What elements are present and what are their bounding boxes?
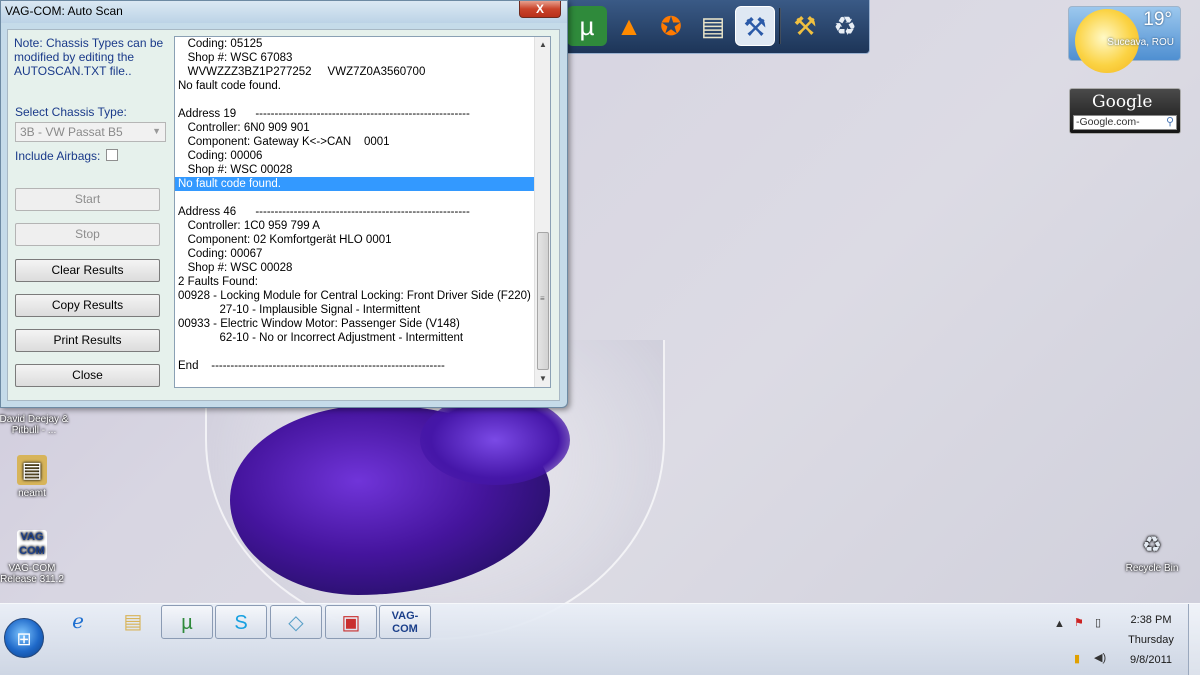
- google-search-input[interactable]: -Google.com- ⚲: [1073, 115, 1177, 130]
- taskbar: ⊞ ℯ ▤ µ S ◇ ▣ VAG-COM ▲ ⚑ ▯ ▮ ◀) 2:38 PM…: [0, 603, 1200, 675]
- start-button[interactable]: Start: [15, 188, 160, 211]
- internet-explorer-icon[interactable]: ℯ: [52, 605, 104, 639]
- result-line[interactable]: Controller: 1C0 959 799 A: [175, 219, 536, 233]
- result-line[interactable]: Shop #: WSC 00028: [175, 163, 536, 177]
- weather-temp: 19°: [1143, 9, 1172, 30]
- google-gadget: Google -Google.com- ⚲: [1069, 88, 1181, 134]
- desktop-icon-neamt[interactable]: ▤ neamt: [0, 455, 70, 499]
- toolbox-icon[interactable]: ▣: [325, 605, 377, 639]
- scrollbar-thumb[interactable]: ≡: [537, 232, 549, 370]
- clear-results-button[interactable]: Clear Results: [15, 259, 160, 282]
- results-textbox[interactable]: Coding: 05125 Shop #: WSC 67083 WVWZZZ3B…: [174, 36, 551, 388]
- result-line[interactable]: No fault code found.: [175, 79, 536, 93]
- vlc-icon[interactable]: ▲: [609, 6, 649, 46]
- network-icon[interactable]: ▮: [1074, 652, 1080, 665]
- tray-expand-icon[interactable]: ▲: [1054, 618, 1065, 630]
- dock-separator: [779, 8, 781, 44]
- result-line[interactable]: Component: 02 Komfortgerät HLO 0001: [175, 233, 536, 247]
- folder-icon: ▤: [17, 455, 47, 485]
- result-line[interactable]: Controller: 6N0 909 901: [175, 121, 536, 135]
- desktop-icon-label: neamt: [18, 488, 46, 499]
- utorrent-icon[interactable]: µ: [567, 6, 607, 46]
- result-line[interactable]: Coding: 00067: [175, 247, 536, 261]
- utorrent-taskbar-icon[interactable]: µ: [161, 605, 213, 639]
- result-line[interactable]: Coding: 05125: [175, 37, 536, 51]
- chassis-type-select[interactable]: 3B - VW Passat B5 ▼: [15, 122, 166, 142]
- clock-day: Thursday: [1128, 634, 1174, 646]
- desktop-icon-label: David Deejay & Pitbull - ...: [0, 414, 69, 436]
- close-button[interactable]: Close: [15, 364, 160, 387]
- print-results-button[interactable]: Print Results: [15, 329, 160, 352]
- stop-button[interactable]: Stop: [15, 223, 160, 246]
- desktop-icon-recycle-bin[interactable]: ♻ Recycle Bin: [1114, 530, 1190, 574]
- start-button[interactable]: ⊞: [4, 618, 44, 658]
- window-client-area: Note: Chassis Types can be modified by e…: [7, 29, 560, 401]
- folder-icon[interactable]: ▤: [693, 6, 733, 46]
- grip-icon: ≡: [540, 294, 545, 303]
- desktop-icon-label: VAG-COM Release 311.2: [0, 563, 64, 585]
- window-titlebar[interactable]: VAG-COM: Auto Scan X: [1, 1, 567, 23]
- result-line[interactable]: Shop #: WSC 00028: [175, 261, 536, 275]
- include-airbags-label: Include Airbags:: [15, 149, 101, 163]
- window-title: VAG-COM: Auto Scan: [5, 4, 123, 18]
- result-line[interactable]: WVWZZZ3BZ1P277252 VWZ7Z0A3560700: [175, 65, 536, 79]
- chassis-type-label: Select Chassis Type:: [15, 105, 127, 119]
- vag-com-taskbar-label: VAG-COM: [391, 610, 419, 635]
- result-line[interactable]: [175, 345, 536, 359]
- tools-icon[interactable]: ⚒: [785, 6, 825, 46]
- avast-icon[interactable]: ✪: [651, 6, 691, 46]
- result-line[interactable]: Component: Gateway K<->CAN 0001: [175, 135, 536, 149]
- vag-com-taskbar-button[interactable]: VAG-COM: [379, 605, 431, 639]
- show-desktop-button[interactable]: [1188, 604, 1200, 675]
- explorer-folder-icon[interactable]: ▤: [107, 605, 159, 639]
- volume-icon[interactable]: ◀): [1094, 651, 1106, 664]
- recycle-bin-dock-icon[interactable]: ♻: [825, 6, 865, 46]
- google-search-placeholder: -Google.com-: [1076, 116, 1140, 128]
- include-airbags-checkbox[interactable]: [106, 149, 118, 161]
- copy-results-button[interactable]: Copy Results: [15, 294, 160, 317]
- clock-time[interactable]: 2:38 PM: [1119, 614, 1183, 627]
- weather-gadget[interactable]: 19° Suceava, ROU: [1068, 6, 1181, 73]
- chevron-down-icon: ▼: [152, 126, 161, 136]
- result-line[interactable]: [175, 191, 536, 205]
- results-scrollbar[interactable]: ▲ ≡ ▼: [534, 37, 550, 387]
- notes-icon[interactable]: ◇: [270, 605, 322, 639]
- clock-date: 9/8/2011: [1129, 654, 1172, 666]
- recycle-bin-icon: ♻: [1142, 532, 1162, 557]
- result-line[interactable]: No fault code found.: [175, 177, 536, 191]
- skype-icon[interactable]: S: [215, 605, 267, 639]
- result-line[interactable]: Coding: 00006: [175, 149, 536, 163]
- action-center-icon[interactable]: ⚑: [1074, 616, 1084, 629]
- result-line[interactable]: 00928 - Locking Module for Central Locki…: [175, 289, 536, 303]
- desktop-icon-label: Recycle Bin: [1125, 563, 1179, 574]
- scroll-down-icon[interactable]: ▼: [535, 371, 550, 387]
- result-line[interactable]: Address 19 -----------------------------…: [175, 107, 536, 121]
- battery-icon[interactable]: ▯: [1095, 616, 1101, 629]
- result-line[interactable]: 00933 - Electric Window Motor: Passenger…: [175, 317, 536, 331]
- chassis-note: Note: Chassis Types can be modified by e…: [14, 36, 164, 78]
- desktop-icon-vag-com[interactable]: VAG COM VAG-COM Release 311.2: [0, 530, 70, 585]
- scroll-up-icon[interactable]: ▲: [535, 37, 550, 53]
- window-close-button[interactable]: X: [519, 1, 561, 18]
- autoscan-window: VAG-COM: Auto Scan X Note: Chassis Types…: [0, 0, 568, 408]
- result-line[interactable]: Shop #: WSC 67083: [175, 51, 536, 65]
- search-icon[interactable]: ⚲: [1166, 116, 1174, 129]
- wallpaper-ink-2: [420, 395, 570, 485]
- result-line[interactable]: Address 46 -----------------------------…: [175, 205, 536, 219]
- control-panel-icon[interactable]: ⚒: [735, 6, 775, 46]
- google-logo: Google: [1092, 92, 1153, 112]
- result-line[interactable]: End ------------------------------------…: [175, 359, 536, 373]
- quick-launch-dock: µ ▲ ✪ ▤ ⚒ ⚒ ♻: [562, 0, 870, 54]
- desktop-icon-david-deejay[interactable]: David Deejay & Pitbull - ...: [0, 414, 72, 436]
- result-line[interactable]: 62-10 - No or Incorrect Adjustment - Int…: [175, 331, 536, 345]
- result-line[interactable]: [175, 93, 536, 107]
- weather-city: Suceava, ROU: [1107, 37, 1174, 48]
- vag-com-icon: VAG COM: [17, 530, 47, 560]
- result-line[interactable]: 2 Faults Found:: [175, 275, 536, 289]
- result-line[interactable]: 27-10 - Implausible Signal - Intermitten…: [175, 303, 536, 317]
- chassis-type-value: 3B - VW Passat B5: [20, 125, 123, 139]
- results-lines: Coding: 05125 Shop #: WSC 67083 WVWZZZ3B…: [175, 37, 536, 373]
